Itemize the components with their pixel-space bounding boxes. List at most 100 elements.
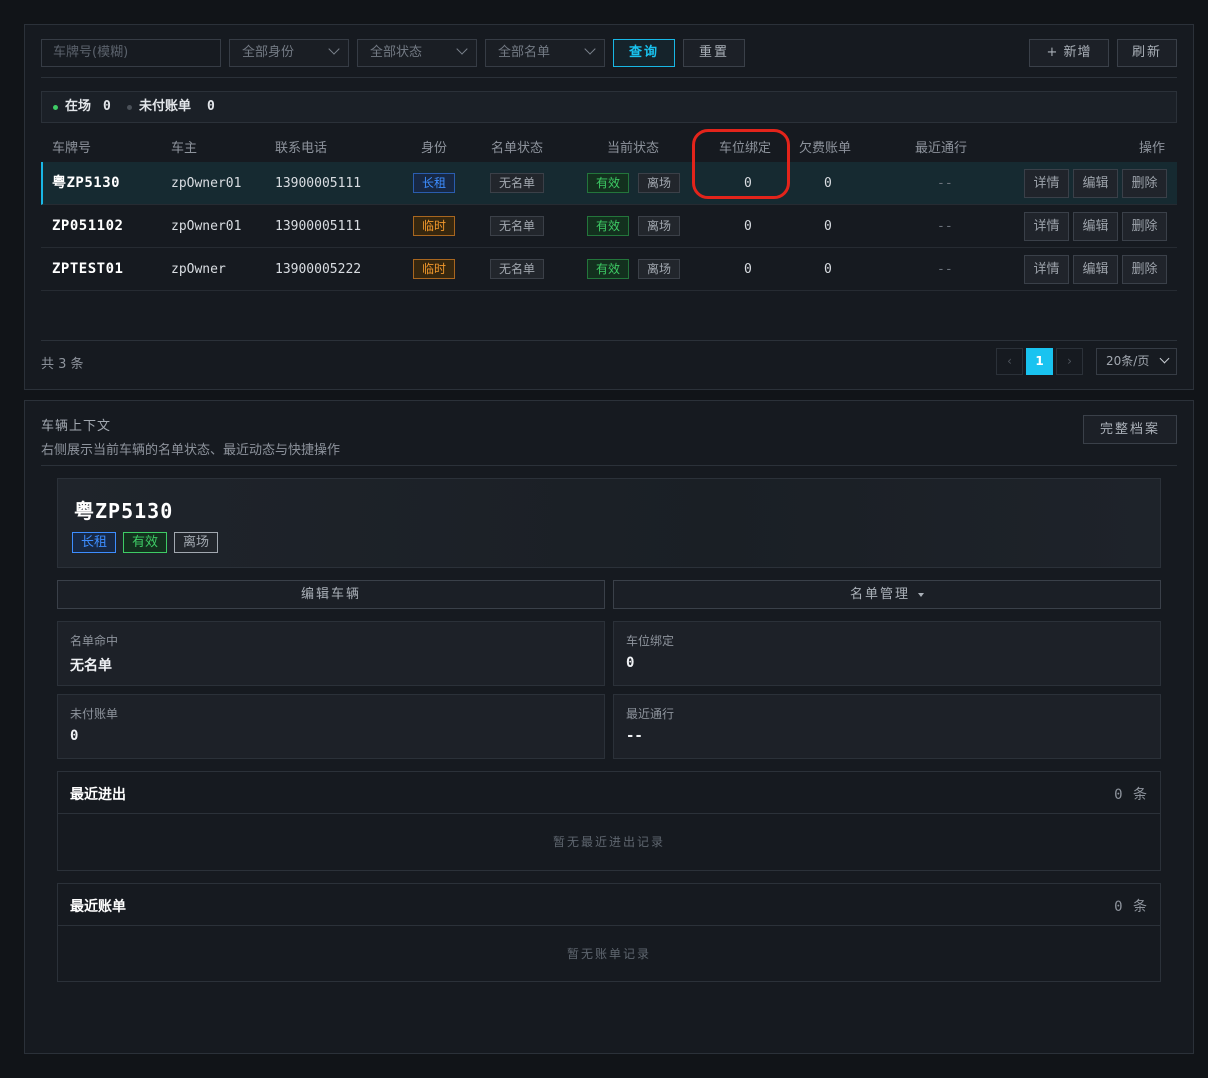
divider bbox=[41, 77, 1177, 78]
unpaid-value: 0 bbox=[207, 99, 215, 114]
presence-tag: 离场 bbox=[638, 173, 681, 193]
cell-owner: zpOwner bbox=[171, 262, 226, 277]
vehicle-list-panel: 车牌号(模糊) 全部身份 全部状态 全部名单 查询 重置 + 新增 刷新 在场 … bbox=[24, 24, 1194, 390]
list-select-value: 全部名单 bbox=[498, 45, 551, 60]
presence-tag: 离场 bbox=[174, 532, 219, 553]
empty-state: 暂无最近进出记录 bbox=[552, 835, 665, 849]
info-value: 0 bbox=[626, 655, 635, 671]
divider bbox=[41, 465, 1177, 466]
refresh-button[interactable]: 刷新 bbox=[1117, 39, 1177, 67]
recent-io-section: 最近进出 0 条 暂无最近进出记录 bbox=[57, 771, 1161, 871]
section-count: 0 条 bbox=[1114, 899, 1148, 915]
info-card-last-pass: 最近通行 -- bbox=[613, 694, 1161, 759]
detail-button[interactable]: 详情 bbox=[1024, 255, 1069, 284]
table-row[interactable]: ZP051102 zpOwner01 13900005111 临时 无名单 有效… bbox=[41, 205, 1177, 248]
query-button[interactable]: 查询 bbox=[613, 39, 675, 67]
table-row[interactable]: 粤ZP5130 zpOwner01 13900005111 长租 无名单 有效 … bbox=[41, 162, 1177, 205]
list-select[interactable]: 全部名单 bbox=[485, 39, 605, 67]
validity-tag: 有效 bbox=[587, 259, 630, 279]
cell-plate: 粤ZP5130 bbox=[52, 175, 121, 191]
edit-button[interactable]: 编辑 bbox=[1073, 212, 1118, 241]
cell-arrears: 0 bbox=[824, 262, 832, 277]
cell-arrears: 0 bbox=[824, 219, 832, 234]
recent-bills-section: 最近账单 0 条 暂无账单记录 bbox=[57, 883, 1161, 982]
delete-button[interactable]: 删除 bbox=[1122, 212, 1167, 241]
info-card-unpaid: 未付账单 0 bbox=[57, 694, 605, 759]
edit-vehicle-button[interactable]: 编辑车辆 bbox=[57, 580, 605, 609]
page-size-value: 20条/页 bbox=[1106, 354, 1150, 368]
edit-vehicle-label: 编辑车辆 bbox=[300, 587, 361, 602]
cell-plate: ZP051102 bbox=[52, 218, 124, 234]
detail-button[interactable]: 详情 bbox=[1024, 212, 1069, 241]
col-last-pass: 最近通行 bbox=[915, 141, 968, 156]
cell-phone: 13900005222 bbox=[275, 262, 362, 277]
detail-button[interactable]: 详情 bbox=[1024, 169, 1069, 198]
presence-tag: 离场 bbox=[638, 259, 681, 279]
hero-plate: 粤ZP5130 bbox=[74, 499, 174, 523]
chevron-down-icon bbox=[456, 43, 468, 55]
delete-button[interactable]: 删除 bbox=[1122, 169, 1167, 198]
page-size-select[interactable]: 20条/页 bbox=[1096, 348, 1177, 375]
cell-space-binding: 0 bbox=[744, 262, 752, 277]
info-label: 名单命中 bbox=[70, 634, 119, 648]
empty-state: 暂无账单记录 bbox=[566, 947, 651, 961]
caret-down-icon bbox=[918, 592, 924, 597]
cell-last-pass: -- bbox=[937, 176, 953, 191]
list-status-tag: 无名单 bbox=[490, 216, 545, 236]
col-arrears: 欠费账单 bbox=[799, 141, 852, 156]
identity-tag: 长租 bbox=[413, 173, 456, 193]
list-manage-dropdown[interactable]: 名单管理 bbox=[613, 580, 1161, 609]
col-plate: 车牌号 bbox=[52, 141, 92, 156]
info-value: -- bbox=[626, 728, 643, 744]
status-select[interactable]: 全部状态 bbox=[357, 39, 477, 67]
edit-button[interactable]: 编辑 bbox=[1073, 255, 1118, 284]
presence-tag: 离场 bbox=[638, 216, 681, 236]
col-identity: 身份 bbox=[421, 141, 448, 156]
validity-tag: 有效 bbox=[587, 173, 630, 193]
identity-select[interactable]: 全部身份 bbox=[229, 39, 349, 67]
filter-bar: 车牌号(模糊) 全部身份 全部状态 全部名单 查询 重置 + 新增 刷新 bbox=[41, 39, 1177, 67]
info-card-list-hit: 名单命中 无名单 bbox=[57, 621, 605, 686]
add-button[interactable]: + 新增 bbox=[1029, 39, 1109, 67]
plate-search-input[interactable]: 车牌号(模糊) bbox=[41, 39, 221, 67]
section-header: 最近账单 0 条 bbox=[58, 884, 1160, 926]
col-current-status: 当前状态 bbox=[607, 141, 660, 156]
identity-tag: 长租 bbox=[72, 532, 117, 553]
section-count: 0 条 bbox=[1114, 787, 1148, 803]
cell-owner: zpOwner01 bbox=[171, 176, 242, 191]
identity-select-value: 全部身份 bbox=[242, 45, 295, 60]
reset-button[interactable]: 重置 bbox=[683, 39, 745, 67]
cell-last-pass: -- bbox=[937, 262, 953, 277]
context-title: 车辆上下文 bbox=[41, 419, 112, 434]
list-manage-label: 名单管理 bbox=[849, 587, 910, 602]
unpaid-label: 未付账单 bbox=[139, 99, 192, 114]
section-title: 最近账单 bbox=[70, 899, 126, 915]
page-button-current[interactable]: 1 bbox=[1026, 348, 1053, 375]
identity-tag: 临时 bbox=[413, 259, 456, 279]
section-title: 最近进出 bbox=[70, 787, 126, 803]
onsite-value: 0 bbox=[103, 99, 111, 114]
col-list-status: 名单状态 bbox=[491, 141, 544, 156]
info-value: 0 bbox=[70, 728, 79, 744]
prev-page-button[interactable]: ‹ bbox=[996, 348, 1023, 375]
full-profile-button[interactable]: 完整档案 bbox=[1083, 415, 1177, 444]
delete-button[interactable]: 删除 bbox=[1122, 255, 1167, 284]
info-label: 最近通行 bbox=[626, 707, 675, 721]
stats-bar: 在场 0 未付账单 0 bbox=[41, 91, 1177, 123]
next-page-button[interactable]: › bbox=[1056, 348, 1083, 375]
context-subtitle: 右侧展示当前车辆的名单状态、最近动态与快捷操作 bbox=[41, 443, 341, 458]
cell-plate: ZPTEST01 bbox=[52, 261, 124, 277]
list-status-tag: 无名单 bbox=[490, 173, 545, 193]
status-select-value: 全部状态 bbox=[370, 45, 423, 60]
edit-button[interactable]: 编辑 bbox=[1073, 169, 1118, 198]
chevron-down-icon bbox=[328, 43, 340, 55]
validity-tag: 有效 bbox=[587, 216, 630, 236]
cell-arrears: 0 bbox=[824, 176, 832, 191]
info-card-space-binding: 车位绑定 0 bbox=[613, 621, 1161, 686]
identity-tag: 临时 bbox=[413, 216, 456, 236]
list-status-tag: 无名单 bbox=[490, 259, 545, 279]
cell-phone: 13900005111 bbox=[275, 219, 362, 234]
table-row[interactable]: ZPTEST01 zpOwner 13900005222 临时 无名单 有效 离… bbox=[41, 248, 1177, 291]
info-label: 车位绑定 bbox=[626, 634, 675, 648]
unpaid-dot-icon bbox=[127, 105, 132, 110]
